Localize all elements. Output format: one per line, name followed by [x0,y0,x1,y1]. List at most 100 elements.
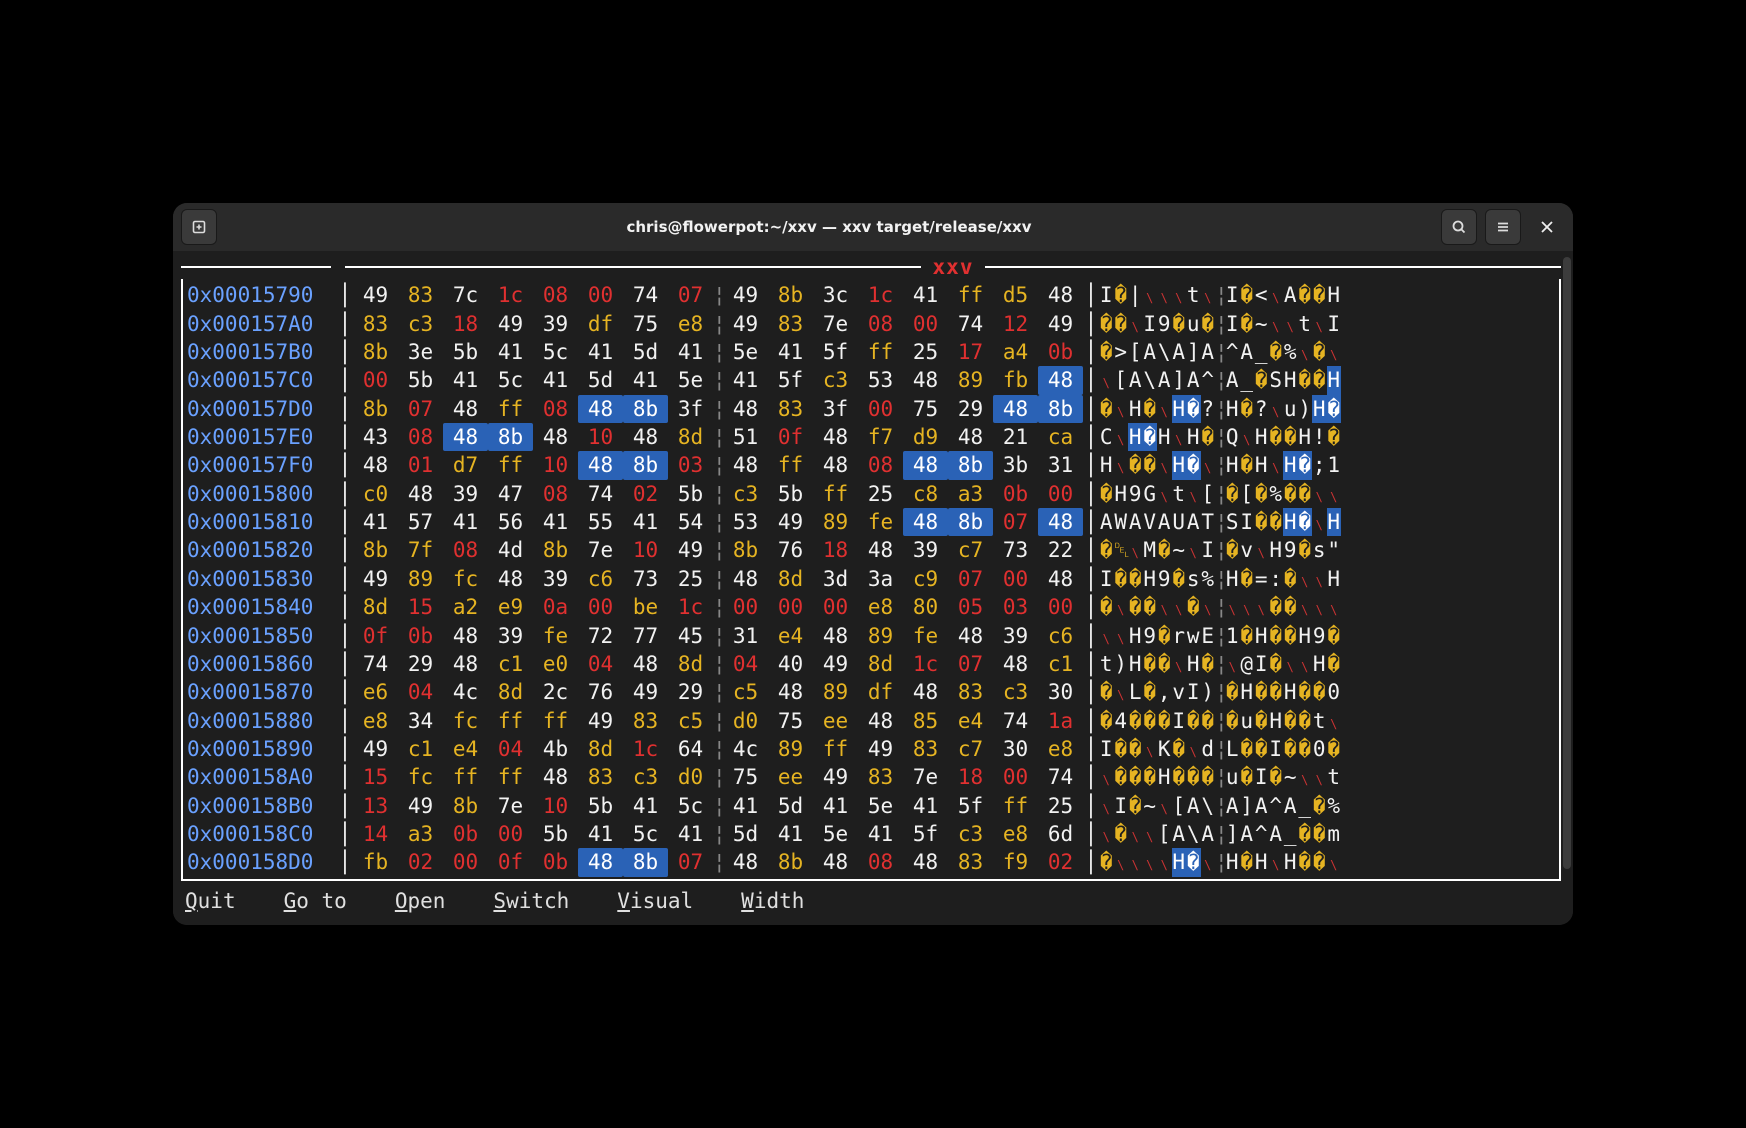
byte[interactable]: ff [813,480,858,508]
byte[interactable]: 75 [768,707,813,735]
byte[interactable]: 48 [813,423,858,451]
byte[interactable]: e0 [533,650,578,678]
byte[interactable]: 0b [533,848,578,876]
byte[interactable]: 1c [623,735,668,763]
byte[interactable]: 08 [533,395,578,423]
byte[interactable]: 02 [1038,848,1083,876]
byte[interactable]: 8d [578,735,623,763]
byte[interactable]: e9 [488,593,533,621]
byte[interactable]: e4 [948,707,993,735]
byte[interactable]: 49 [858,735,903,763]
byte[interactable]: 74 [993,707,1038,735]
byte[interactable]: 8d [668,650,713,678]
byte[interactable]: 41 [723,366,768,394]
byte[interactable]: 48 [578,848,623,876]
byte[interactable]: 03 [668,451,713,479]
byte[interactable]: 48 [948,622,993,650]
menu-switch[interactable]: Switch [493,889,569,913]
byte[interactable]: a3 [398,820,443,848]
byte[interactable]: 8b [768,281,813,309]
byte[interactable]: 5d [768,792,813,820]
byte[interactable]: 48 [813,451,858,479]
byte[interactable]: 41 [723,792,768,820]
byte[interactable]: c6 [1038,622,1083,650]
byte[interactable]: 41 [533,366,578,394]
menu-quit[interactable]: Quit [185,889,236,913]
byte[interactable]: 00 [993,565,1038,593]
byte[interactable]: 13 [353,792,398,820]
byte[interactable]: 48 [858,707,903,735]
byte[interactable]: 18 [813,536,858,564]
byte[interactable]: 64 [668,735,713,763]
byte[interactable]: 00 [1038,593,1083,621]
byte[interactable]: 30 [993,735,1038,763]
byte[interactable]: 3e [398,338,443,366]
byte[interactable]: 56 [488,508,533,536]
byte[interactable]: 1c [858,281,903,309]
byte[interactable]: 74 [353,650,398,678]
byte[interactable]: 0b [1038,338,1083,366]
byte[interactable]: c5 [668,707,713,735]
byte[interactable]: 2c [533,678,578,706]
byte[interactable]: 00 [993,763,1038,791]
byte[interactable]: c3 [623,763,668,791]
byte[interactable]: 8b [623,395,668,423]
byte[interactable]: 5f [813,338,858,366]
byte[interactable]: 48 [443,395,488,423]
byte[interactable]: 55 [578,508,623,536]
byte[interactable]: 49 [353,735,398,763]
byte[interactable]: 41 [858,820,903,848]
byte[interactable]: 48 [723,451,768,479]
byte[interactable]: 39 [443,480,488,508]
byte[interactable]: 43 [353,423,398,451]
byte[interactable]: d0 [723,707,768,735]
byte[interactable]: 48 [533,763,578,791]
menu-width[interactable]: Width [741,889,804,913]
byte[interactable]: 49 [353,281,398,309]
close-button[interactable] [1529,209,1565,245]
byte[interactable]: fb [993,366,1038,394]
byte[interactable]: 83 [353,310,398,338]
byte[interactable]: 00 [488,820,533,848]
byte[interactable]: 89 [398,565,443,593]
byte[interactable]: 00 [768,593,813,621]
byte[interactable]: c8 [903,480,948,508]
byte[interactable]: ff [488,451,533,479]
byte[interactable]: 8b [948,508,993,536]
byte[interactable]: fc [398,763,443,791]
byte[interactable]: 89 [813,678,858,706]
byte[interactable]: 54 [668,508,713,536]
byte[interactable]: 25 [668,565,713,593]
byte[interactable]: 8b [723,536,768,564]
byte[interactable]: fb [353,848,398,876]
byte[interactable]: 48 [903,451,948,479]
menu-visual[interactable]: Visual [617,889,693,913]
byte[interactable]: 48 [1038,565,1083,593]
byte[interactable]: 41 [533,508,578,536]
byte[interactable]: 34 [398,707,443,735]
byte[interactable]: 41 [903,792,948,820]
byte[interactable]: 83 [858,763,903,791]
byte[interactable]: 75 [723,763,768,791]
byte[interactable]: 18 [443,310,488,338]
byte[interactable]: d0 [668,763,713,791]
byte[interactable]: 7e [813,310,858,338]
byte[interactable]: df [578,310,623,338]
byte[interactable]: 48 [993,395,1038,423]
byte[interactable]: 31 [723,622,768,650]
byte[interactable]: c1 [1038,650,1083,678]
byte[interactable]: 48 [723,848,768,876]
byte[interactable]: 8b [948,451,993,479]
byte[interactable]: 02 [398,848,443,876]
byte[interactable]: ca [1038,423,1083,451]
byte[interactable]: 49 [813,650,858,678]
byte[interactable]: 7e [903,763,948,791]
byte[interactable]: 5b [398,366,443,394]
byte[interactable]: 47 [488,480,533,508]
byte[interactable]: 83 [768,395,813,423]
byte[interactable]: fe [903,622,948,650]
byte[interactable]: 22 [1038,536,1083,564]
byte[interactable]: 5b [533,820,578,848]
byte[interactable]: 10 [578,423,623,451]
byte[interactable]: 41 [623,508,668,536]
